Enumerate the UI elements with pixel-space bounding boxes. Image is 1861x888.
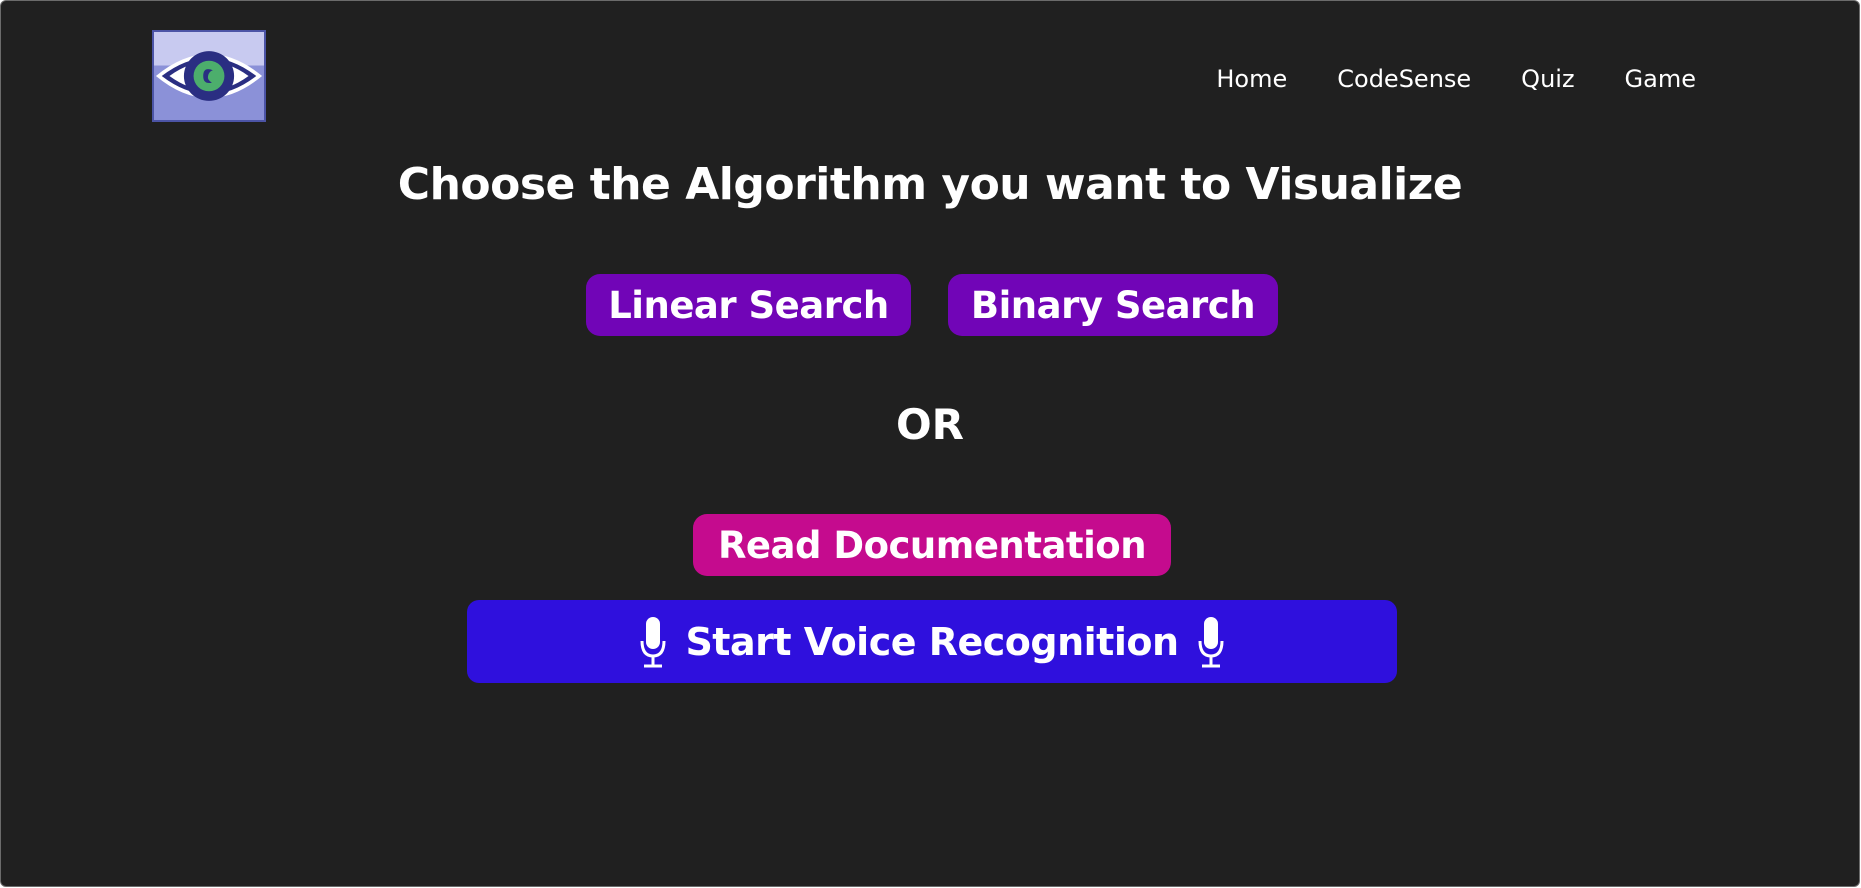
top-nav: Home CodeSense Quiz Game [1216, 63, 1696, 95]
or-separator: OR [895, 400, 965, 449]
microphone-icon [639, 615, 667, 669]
read-documentation-button[interactable]: Read Documentation [693, 514, 1171, 576]
nav-home-link[interactable]: Home [1216, 63, 1287, 95]
nav-game-link[interactable]: Game [1625, 63, 1696, 95]
binary-search-button[interactable]: Binary Search [948, 274, 1278, 336]
start-voice-recognition-button[interactable]: Start Voice Recognition [467, 600, 1397, 683]
linear-search-button[interactable]: Linear Search [586, 274, 911, 336]
nav-codesense-link[interactable]: CodeSense [1337, 63, 1471, 95]
page-title: Choose the Algorithm you want to Visuali… [397, 159, 1463, 210]
voice-button-label: Start Voice Recognition [685, 619, 1179, 664]
microphone-icon [1197, 615, 1225, 669]
eye-logo-icon[interactable] [152, 30, 266, 122]
nav-quiz-link[interactable]: Quiz [1521, 63, 1574, 95]
app-window: Home CodeSense Quiz Game Choose the Algo… [1, 1, 1859, 886]
